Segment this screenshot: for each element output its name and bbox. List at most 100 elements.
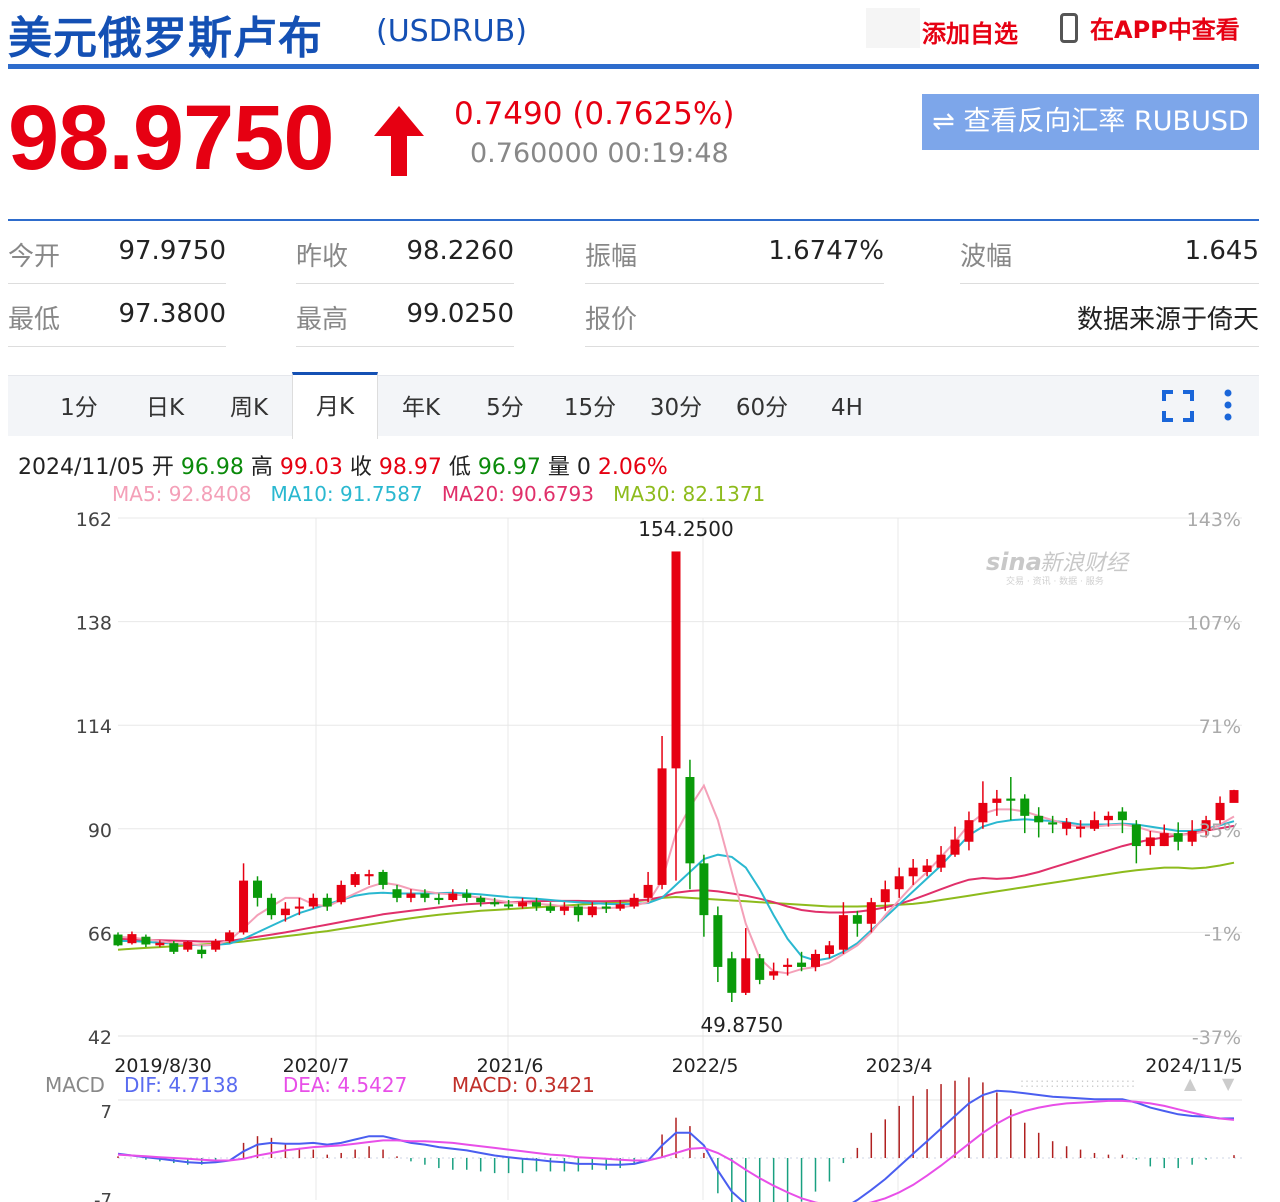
stat-value-amplitude: 1.6747% — [768, 236, 884, 266]
candle-body — [880, 889, 890, 903]
candle-body — [964, 820, 974, 842]
candle-body — [336, 884, 346, 903]
fullscreen-icon[interactable] — [1162, 390, 1194, 422]
stat-divider — [960, 283, 1259, 284]
price-change: 0.7490 (0.7625%) — [454, 96, 735, 132]
candle-body — [559, 906, 569, 911]
stat-label-amplitude: 振幅 — [585, 242, 638, 272]
info-low-label: 低 — [448, 455, 471, 480]
price-divider — [8, 219, 1259, 221]
candle-body — [420, 893, 430, 898]
stat-divider — [296, 283, 514, 284]
y-pct-label: 35% — [1199, 820, 1241, 842]
candle-body — [685, 777, 695, 864]
macd-value: MACD: 0.3421 — [451, 1073, 595, 1097]
stat-divider — [585, 283, 884, 284]
y-tick-label: 66 — [88, 923, 112, 945]
app-view-label: 在APP中查看 — [1090, 16, 1240, 44]
macd-legend: MACD DIF: 4.7138 DEA: 4.5427 MACD: 0.342… — [45, 1073, 595, 1097]
tab-30min[interactable]: 30分 — [638, 376, 714, 436]
candle-body — [992, 798, 1002, 803]
period-tabs: 1分 日K 周K 月K 年K 5分 15分 30分 60分 4H — [8, 372, 1259, 439]
x-tick-label: 2023/4 — [866, 1055, 933, 1077]
stat-value-open: 97.9750 — [118, 236, 226, 266]
candle-body — [601, 906, 611, 909]
candle-body — [587, 906, 597, 916]
candle-body — [1103, 815, 1113, 821]
tab-week[interactable]: 周K — [212, 376, 286, 436]
candle-body — [378, 871, 388, 885]
candle-body — [308, 897, 318, 907]
phone-icon — [1060, 13, 1078, 43]
scroll-down-icon[interactable]: ▼ — [1222, 1074, 1234, 1093]
candle-body — [769, 971, 779, 976]
tab-5min[interactable]: 5分 — [468, 376, 542, 436]
candle-body — [671, 551, 681, 769]
stat-value-low: 97.3800 — [118, 299, 226, 329]
stat-divider — [585, 346, 1259, 347]
candle-body — [253, 880, 262, 898]
candle-body — [922, 865, 932, 872]
max-annotation: 154.2500 — [638, 517, 733, 541]
candle-body — [1034, 815, 1044, 823]
tab-60min[interactable]: 60分 — [724, 376, 800, 436]
candle-body — [1076, 826, 1086, 829]
macd-dif: DIF: 4.7138 — [124, 1073, 239, 1097]
more-icon[interactable] — [1220, 388, 1236, 422]
candle-body — [1006, 798, 1016, 801]
candle-body — [183, 941, 193, 950]
stat-divider — [296, 346, 514, 347]
y-pct-label: 107% — [1187, 613, 1241, 635]
candle-body — [322, 897, 332, 907]
candle-body — [280, 908, 290, 916]
x-tick-label: 2022/5 — [672, 1055, 739, 1077]
candle-body — [1048, 822, 1058, 825]
macd-y-tick: -7 — [94, 1190, 112, 1202]
tab-4h[interactable]: 4H — [810, 376, 884, 436]
candle-body — [1131, 824, 1141, 847]
tab-year[interactable]: 年K — [384, 376, 458, 436]
info-low: 96.97 — [477, 455, 541, 480]
scroll-up-icon[interactable]: ▲ — [1184, 1074, 1196, 1093]
candle-body — [657, 768, 667, 885]
candle-body — [141, 936, 151, 945]
symbol-code: (USDRUB) — [376, 14, 527, 49]
candle-body — [643, 884, 653, 898]
candle-body — [755, 958, 765, 980]
tab-day[interactable]: 日K — [128, 376, 202, 436]
stat-label-range: 波幅 — [960, 242, 1013, 272]
candle-body — [1020, 798, 1030, 816]
y-pct-label: 71% — [1199, 716, 1241, 738]
candle-body — [462, 893, 472, 898]
stat-value-range: 1.645 — [1184, 236, 1259, 266]
info-vol-label: 量 — [547, 455, 570, 480]
candle-body — [169, 943, 179, 952]
candle-body — [1215, 802, 1225, 821]
reverse-rate-button[interactable]: ⇌ 查看反向汇率 RUBUSD — [922, 94, 1259, 150]
candle-body — [852, 915, 862, 924]
candle-body — [978, 802, 988, 823]
bid-time: 0.760000 00:19:48 — [470, 138, 729, 169]
info-close-label: 收 — [349, 455, 372, 480]
info-high-label: 高 — [250, 455, 273, 480]
candle-body — [713, 915, 723, 967]
candle-body — [629, 897, 639, 907]
add-watchlist-button[interactable]: 添加自选 — [922, 14, 1018, 49]
tab-month[interactable]: 月K — [292, 372, 378, 439]
info-open: 96.98 — [180, 455, 244, 480]
candle-body — [783, 964, 793, 967]
candle-body — [476, 897, 486, 903]
sina-watermark: sina 新浪财经 交易 · 资讯 · 数据 · 服务 — [986, 548, 1130, 587]
macd-title: MACD — [45, 1073, 105, 1097]
candle-body — [1173, 833, 1183, 842]
candle-body — [1062, 822, 1072, 829]
stat-label-open: 今开 — [8, 242, 61, 272]
app-view-button[interactable]: 在APP中查看 — [1060, 10, 1240, 46]
y-pct-label: -37% — [1192, 1027, 1241, 1049]
tab-15min[interactable]: 15分 — [552, 376, 628, 436]
y-pct-label: 143% — [1187, 509, 1241, 531]
tab-1min[interactable]: 1分 — [44, 376, 114, 436]
candle-body — [225, 932, 235, 942]
candle-body — [448, 893, 458, 901]
scroll-handle[interactable]: ::::::::::::::::::::::: — [1020, 1076, 1136, 1090]
